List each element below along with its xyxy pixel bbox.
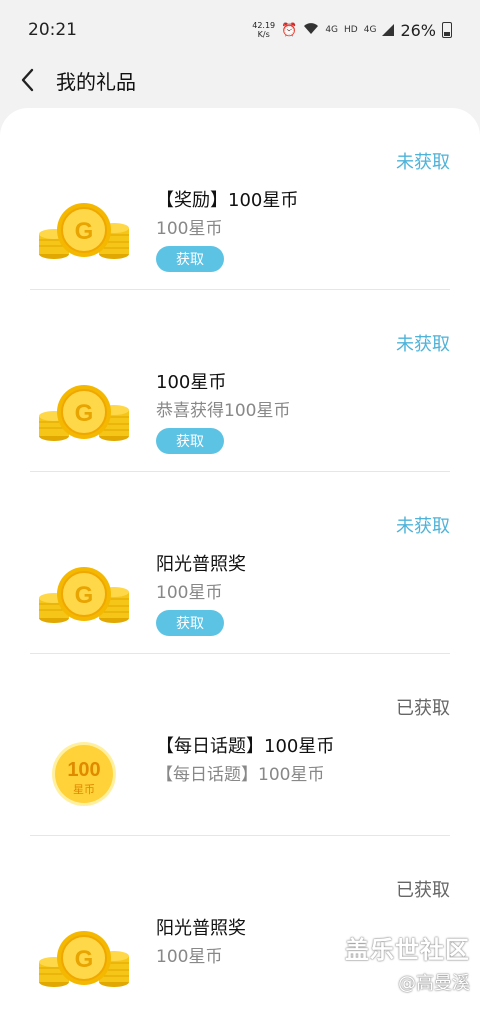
chevron-left-icon [21,68,34,92]
claim-button[interactable]: 获取 [156,610,224,636]
coin-stack-icon: G [39,385,129,441]
svg-text:G: G [75,218,94,245]
gift-subtitle: 100星币 [156,219,223,239]
gift-subtitle: 恭喜获得100星币 [156,401,291,421]
gift-title: 【每日话题】100星币 [156,736,335,757]
alarm-icon: ⏰ [281,22,298,38]
gift-title: 阳光普照奖 [156,918,246,939]
app-header: 我的礼品 [0,58,480,102]
gift-thumbnail: G [36,554,132,630]
gift-item: 未获取 G 100星币恭喜获得100星币获取 [30,290,450,472]
watermark-brand: 盖乐世社区 [345,936,470,964]
svg-text:G: G [75,400,94,427]
coin-value: 100 [67,759,100,781]
gift-status-label: 未获取 [396,516,450,537]
gift-item: 未获取 G 【奖励】100星币 100星币获取 [30,108,450,290]
gift-status-label: 未获取 [396,334,450,355]
signal-icon [382,21,395,40]
gift-list: 未获取 G 【奖励】100星币 100星币 获取 未获取 G 100星币 恭喜获得100… [0,108,480,1013]
gift-item: 已获取 100 星币 【每日话题】100星币 【每日话题】100星币 [30,654,450,836]
svg-text:G: G [75,582,94,609]
single-coin-icon: 100 星币 [52,742,116,806]
watermark: 盖乐世社区 @高曼溪 [345,930,470,995]
status-bar: 20:21 42.19 K/s ⏰ 4G HD 4G 26% [0,0,480,60]
gift-thumbnail: G [36,190,132,266]
network-4g-label: 4G [325,25,339,35]
gift-thumbnail: G [36,918,132,994]
wifi-icon [303,22,319,39]
gift-status-label: 已获取 [396,698,450,719]
gift-item: 未获取 G 阳光普照奖 100星币获取 [30,472,450,654]
watermark-author: @高曼溪 [398,973,470,994]
coin-stack-icon: G [39,203,129,259]
coin-stack-icon: G [39,567,129,623]
status-time: 20:21 [28,20,77,40]
gift-title: 100星币 [156,372,227,393]
network-4g-label-2: 4G [363,25,377,35]
svg-text:G: G [75,946,94,973]
page-title: 我的礼品 [56,69,136,94]
gift-subtitle: 100星币 [156,947,223,967]
hd-label: HD [344,25,358,35]
gift-title: 【奖励】100星币 [156,190,299,211]
gift-thumbnail: 100 星币 [36,736,132,812]
network-speed: 42.19 K/s [252,21,276,39]
gift-subtitle: 【每日话题】100星币 [156,765,325,785]
gift-title: 阳光普照奖 [156,554,246,575]
gift-thumbnail: G [36,372,132,448]
coin-stack-icon: G [39,931,129,987]
back-button[interactable] [0,58,56,102]
gift-status-label: 已获取 [396,880,450,901]
coin-text: 星币 [73,783,95,796]
claim-button[interactable]: 获取 [156,428,224,454]
status-indicators: 42.19 K/s ⏰ 4G HD 4G 26% [252,21,452,40]
gift-status-label: 未获取 [396,152,450,173]
battery-percent: 26% [400,20,436,40]
gift-subtitle: 100星币 [156,583,223,603]
claim-button[interactable]: 获取 [156,246,224,272]
battery-icon [442,22,452,38]
